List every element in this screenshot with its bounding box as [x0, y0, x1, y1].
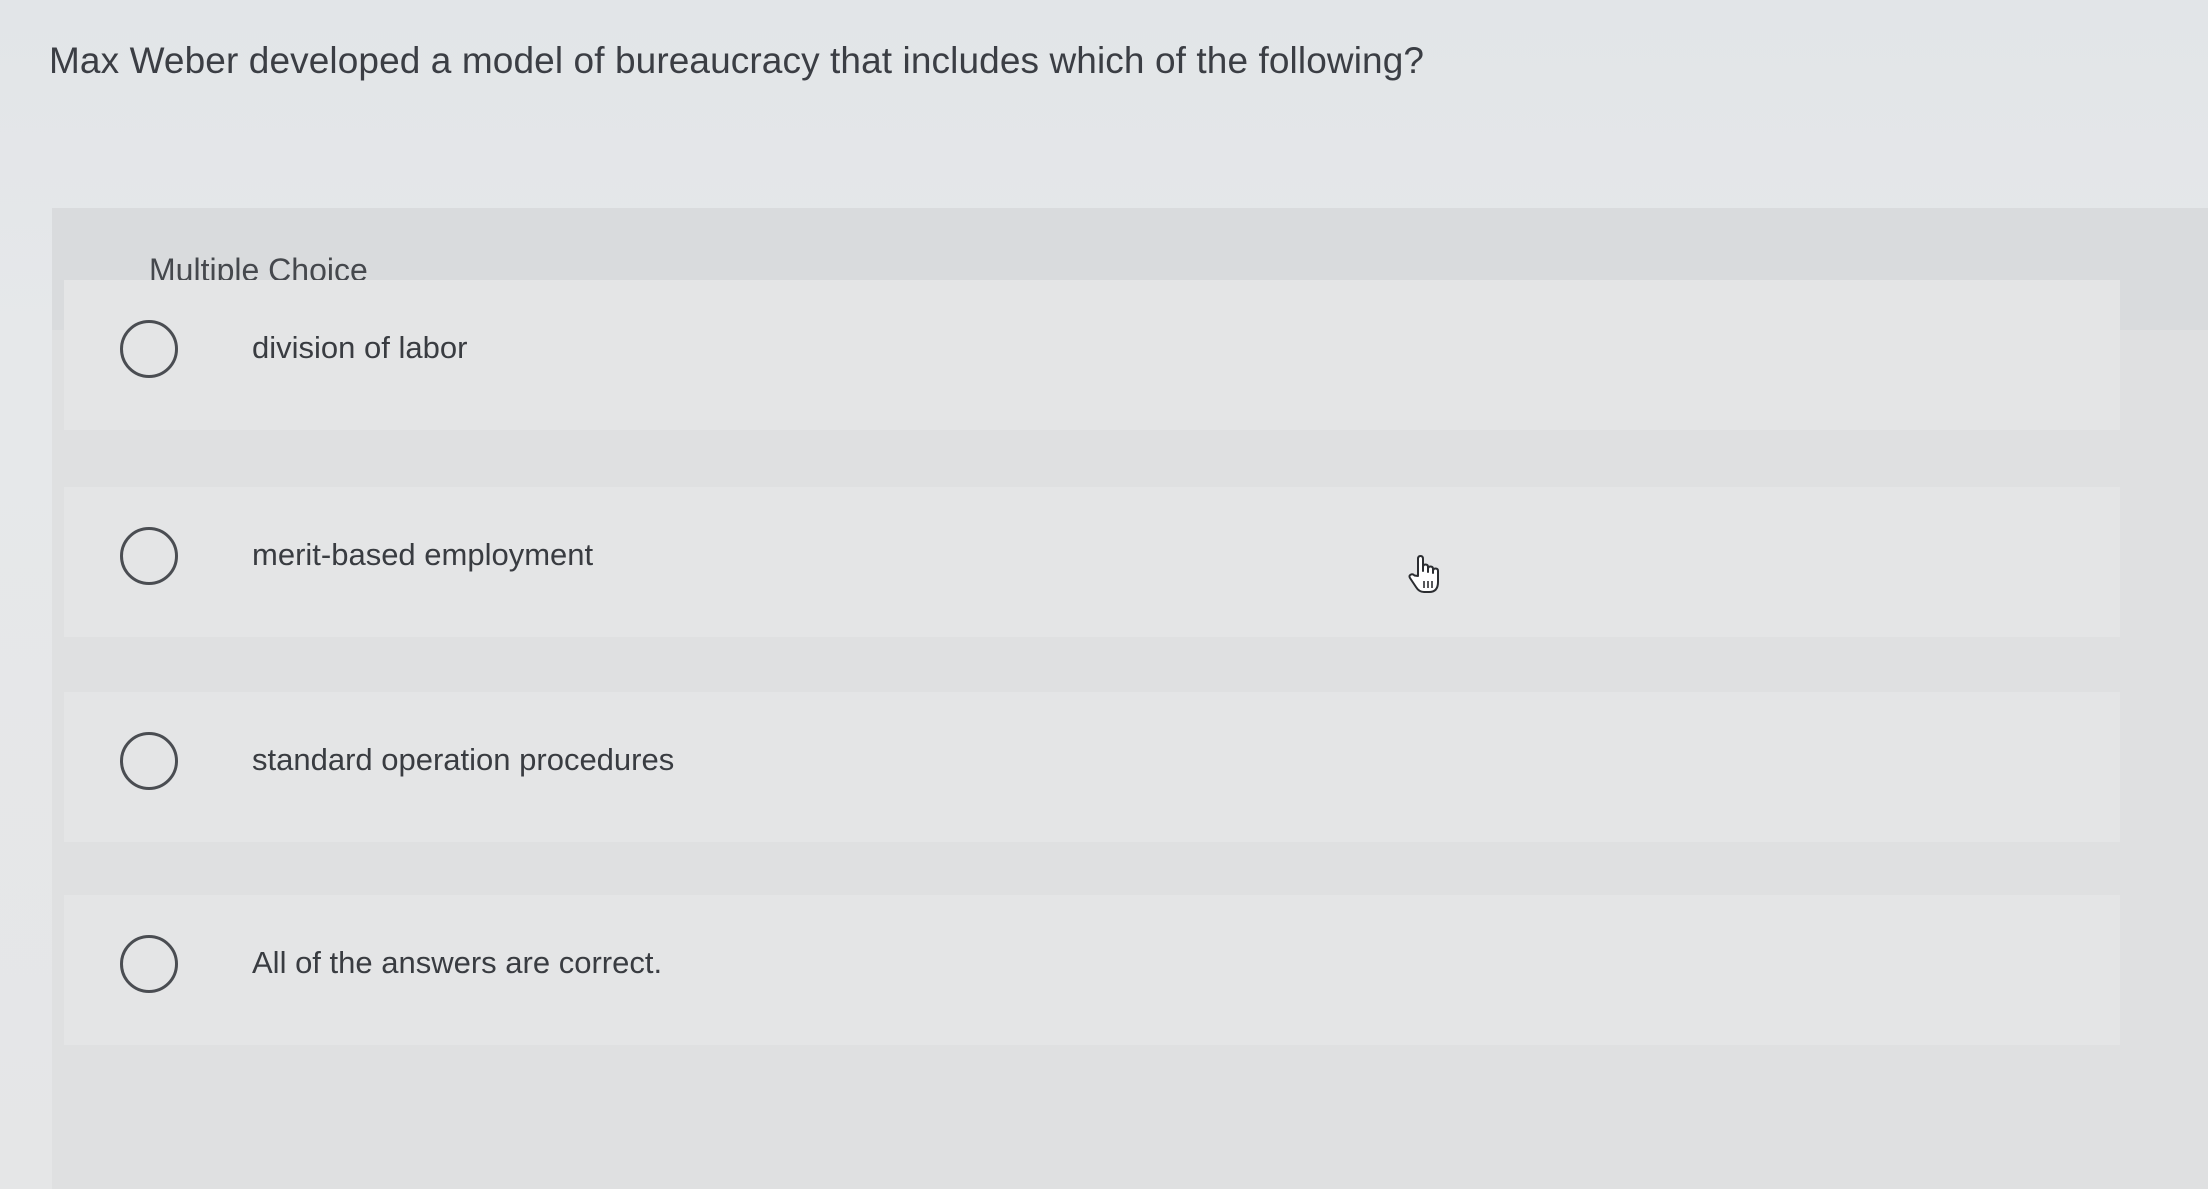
answer-option-all-correct[interactable]: All of the answers are correct. [64, 895, 2120, 1045]
answer-option-label: All of the answers are correct. [252, 945, 663, 980]
answer-option-label: division of labor [252, 330, 468, 365]
answer-option-label: standard operation procedures [252, 742, 675, 777]
radio-button[interactable] [120, 320, 178, 378]
radio-button[interactable] [120, 935, 178, 993]
answer-option-label: merit-based employment [252, 537, 594, 572]
answer-option-merit-based-employment[interactable]: merit-based employment [64, 487, 2120, 637]
radio-button[interactable] [120, 527, 178, 585]
answer-option-standard-operation-procedures[interactable]: standard operation procedures [64, 692, 2120, 842]
hand-pointer-icon [1406, 554, 1444, 598]
answer-option-division-of-labor[interactable]: division of labor [64, 280, 2120, 430]
radio-button[interactable] [120, 732, 178, 790]
question-text: Max Weber developed a model of bureaucra… [49, 40, 1425, 81]
